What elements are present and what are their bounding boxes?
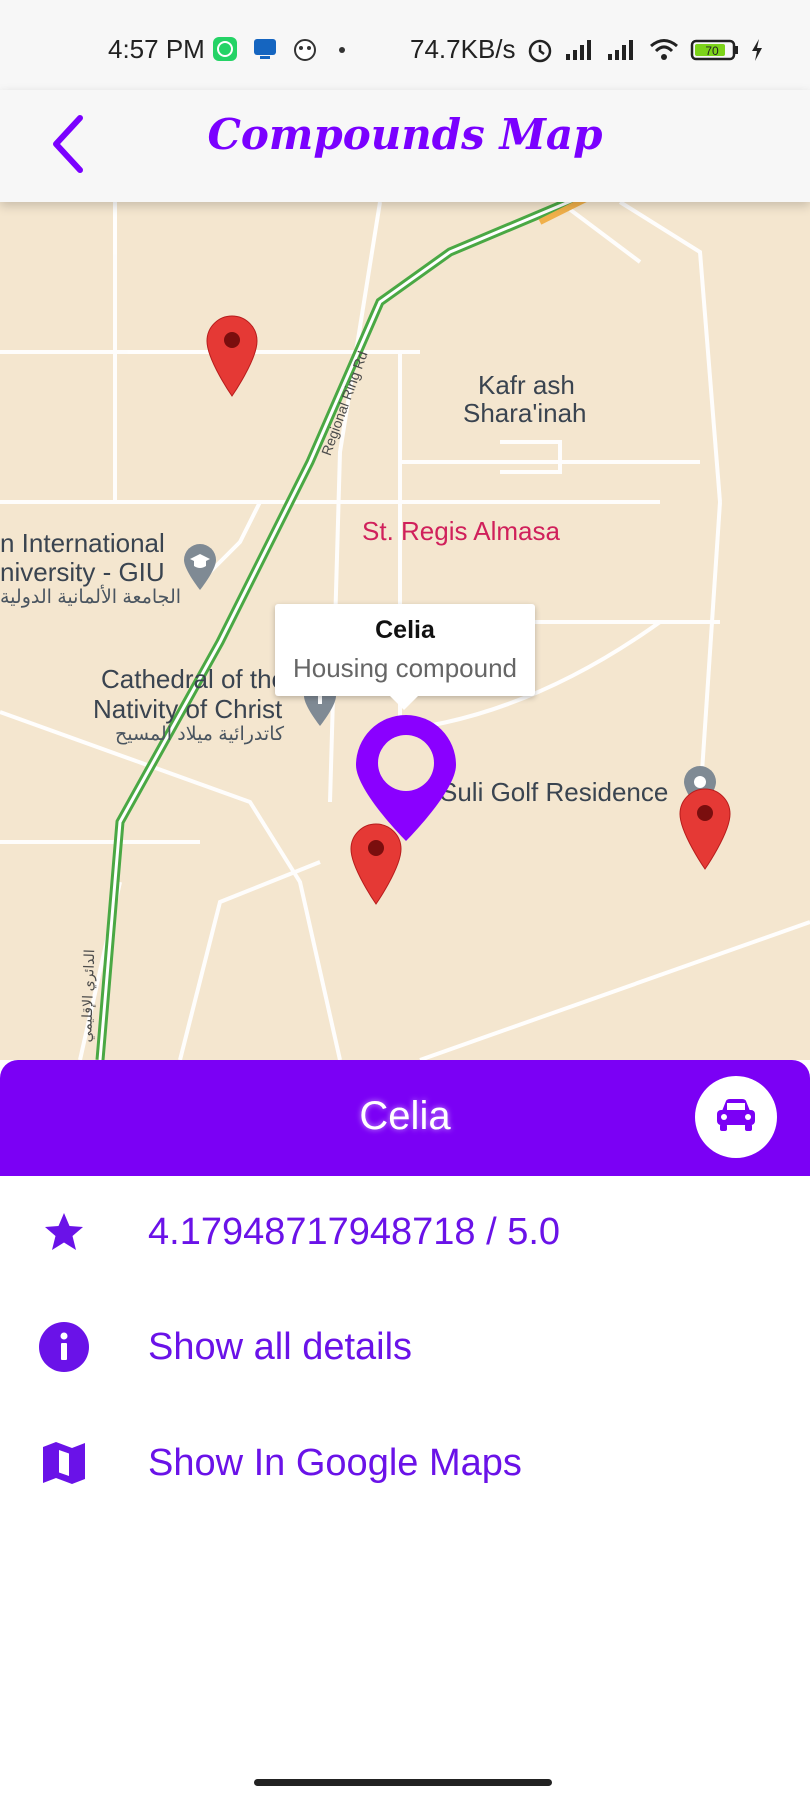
show-details-link[interactable]: Show all details xyxy=(148,1326,412,1369)
info-icon xyxy=(38,1321,90,1373)
info-window-title: Celia xyxy=(375,616,435,644)
home-indicator[interactable] xyxy=(254,1779,552,1786)
google-maps-row[interactable]: Show In Google Maps xyxy=(0,1413,810,1513)
map-label-sharainah: Shara'inah xyxy=(463,398,587,428)
marker-info-window[interactable]: Celia Housing compound xyxy=(275,604,535,710)
star-icon xyxy=(38,1206,90,1258)
app-icon xyxy=(292,36,318,62)
page-title: Compounds Map xyxy=(207,110,603,159)
dot-icon xyxy=(332,36,352,62)
info-window-subtitle: Housing compound xyxy=(292,653,518,683)
car-icon xyxy=(714,1097,758,1138)
map-label-giu-arabic: الجامعة الألمانية الدولية xyxy=(0,587,182,608)
map-label-suli-golf: Suli Golf Residence xyxy=(440,777,669,807)
show-details-row[interactable]: Show all details xyxy=(0,1297,810,1397)
status-bar: 4:57 PM 74.7KB/s 70 xyxy=(0,0,810,90)
alarm-icon xyxy=(526,36,554,64)
map-label-kafr-ash: Kafr ash xyxy=(478,370,575,400)
map-marker-icon[interactable] xyxy=(205,314,259,403)
app-bar: Compounds Map xyxy=(0,90,810,202)
status-notification-icons xyxy=(212,36,352,62)
wifi-icon xyxy=(648,37,680,63)
status-time: 4:57 PM xyxy=(108,34,205,64)
whatsapp-icon xyxy=(212,36,238,62)
selected-marker-icon[interactable] xyxy=(354,715,458,848)
signal-icon xyxy=(606,38,638,62)
map-label-giu-line1: n International xyxy=(0,528,165,558)
map-label-giu-line2: niversity - GIU xyxy=(0,557,165,587)
charging-icon xyxy=(750,38,764,62)
road-label-arabic: الدائري الإقليمي xyxy=(78,948,98,1043)
graduation-cap-icon[interactable] xyxy=(182,542,218,597)
sheet-title: Celia xyxy=(359,1094,451,1138)
map-label-cathedral-line2: Nativity of Christ xyxy=(93,694,283,724)
status-system-icons: 74.7KB/s 70 xyxy=(410,34,764,65)
net-speed: 74.7KB/s xyxy=(410,34,516,64)
google-maps-link[interactable]: Show In Google Maps xyxy=(148,1442,522,1485)
map-marker-icon[interactable] xyxy=(678,787,732,876)
rating-text: 4.17948717948718 / 5.0 xyxy=(148,1210,561,1253)
signal-icon xyxy=(564,38,596,62)
notification-icon xyxy=(252,36,278,62)
battery-icon: 70 xyxy=(690,38,740,62)
battery-level: 70 xyxy=(705,44,719,58)
map-label-cathedral-arabic: كاتدرائية ميلاد المسيح xyxy=(115,724,285,745)
map-icon xyxy=(38,1437,90,1489)
directions-button[interactable] xyxy=(695,1076,777,1158)
map-view[interactable]: Kafr ash Shara'inah St. Regis Almasa n I… xyxy=(0,202,810,1060)
map-label-st-regis: St. Regis Almasa xyxy=(362,516,560,546)
bottom-sheet-header: Celia xyxy=(0,1060,810,1176)
map-label-cathedral-line1: Cathedral of the xyxy=(101,664,287,694)
rating-row: 4.17948717948718 / 5.0 xyxy=(0,1182,810,1282)
